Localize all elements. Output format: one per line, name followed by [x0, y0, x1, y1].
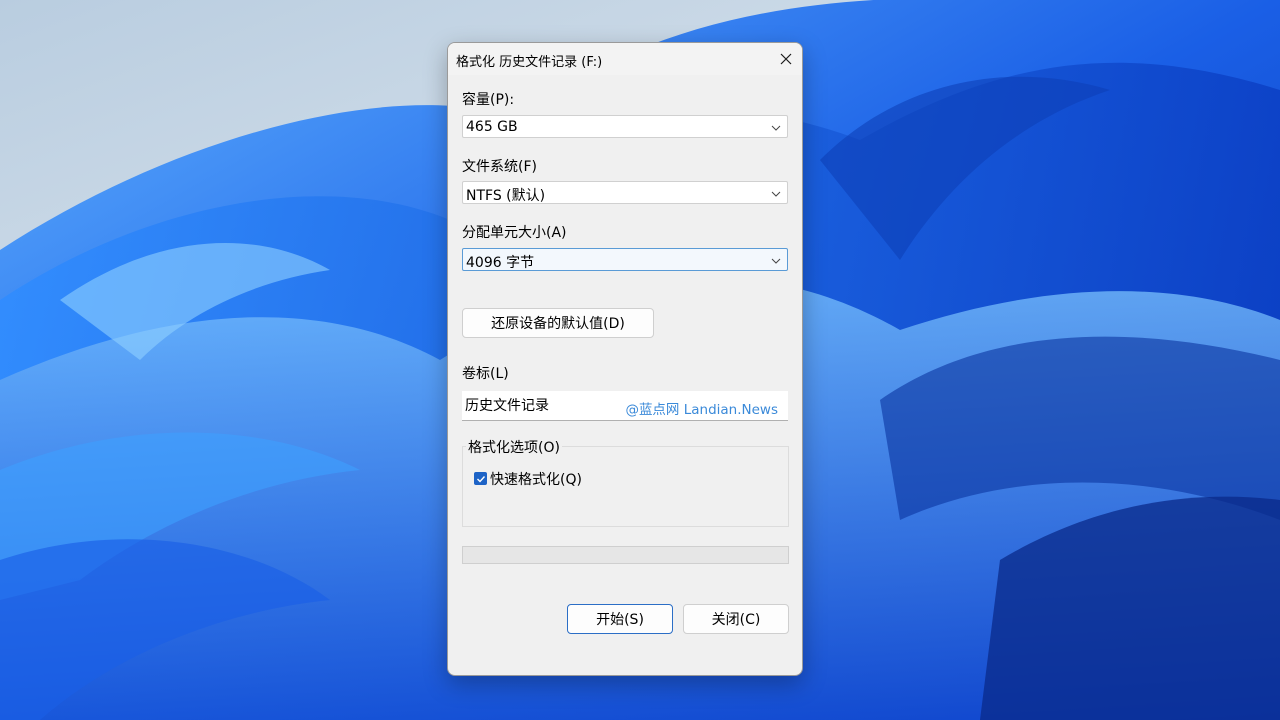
filesystem-label: 文件系统(F): [462, 159, 537, 175]
format-progress-bar: [462, 546, 789, 564]
close-window-button[interactable]: [768, 43, 802, 75]
format-dialog: 格式化 历史文件记录 (F:) 容量(P): 465 GB 文件系统(F) NT…: [447, 42, 803, 676]
dialog-title: 格式化 历史文件记录 (F:): [456, 55, 603, 70]
watermark-text: @蓝点网 Landian.News: [625, 402, 778, 418]
start-button[interactable]: 开始(S): [567, 604, 673, 634]
capacity-select[interactable]: 465 GB: [462, 115, 788, 138]
filesystem-value: NTFS (默认): [466, 188, 546, 204]
chevron-down-icon: [771, 191, 781, 197]
chevron-down-icon: [771, 258, 781, 264]
restore-defaults-button[interactable]: 还原设备的默认值(D): [462, 308, 654, 338]
checkmark-icon: [476, 475, 485, 483]
volume-label-value: 历史文件记录: [465, 398, 549, 414]
filesystem-select[interactable]: NTFS (默认): [462, 181, 788, 204]
close-button[interactable]: 关闭(C): [683, 604, 789, 634]
quick-format-label[interactable]: 快速格式化(Q): [490, 469, 582, 489]
format-options-label: 格式化选项(O): [466, 437, 562, 457]
close-icon: [780, 53, 792, 65]
volume-label-input[interactable]: 历史文件记录 @蓝点网 Landian.News: [462, 391, 788, 421]
allocation-label: 分配单元大小(A): [462, 225, 567, 241]
allocation-select[interactable]: 4096 字节: [462, 248, 788, 271]
capacity-label: 容量(P):: [462, 92, 515, 108]
volume-label: 卷标(L): [462, 366, 509, 382]
capacity-value: 465 GB: [466, 119, 518, 135]
title-bar[interactable]: 格式化 历史文件记录 (F:): [448, 43, 802, 75]
chevron-down-icon: [771, 125, 781, 131]
allocation-value: 4096 字节: [466, 255, 535, 271]
quick-format-checkbox[interactable]: [474, 472, 487, 485]
